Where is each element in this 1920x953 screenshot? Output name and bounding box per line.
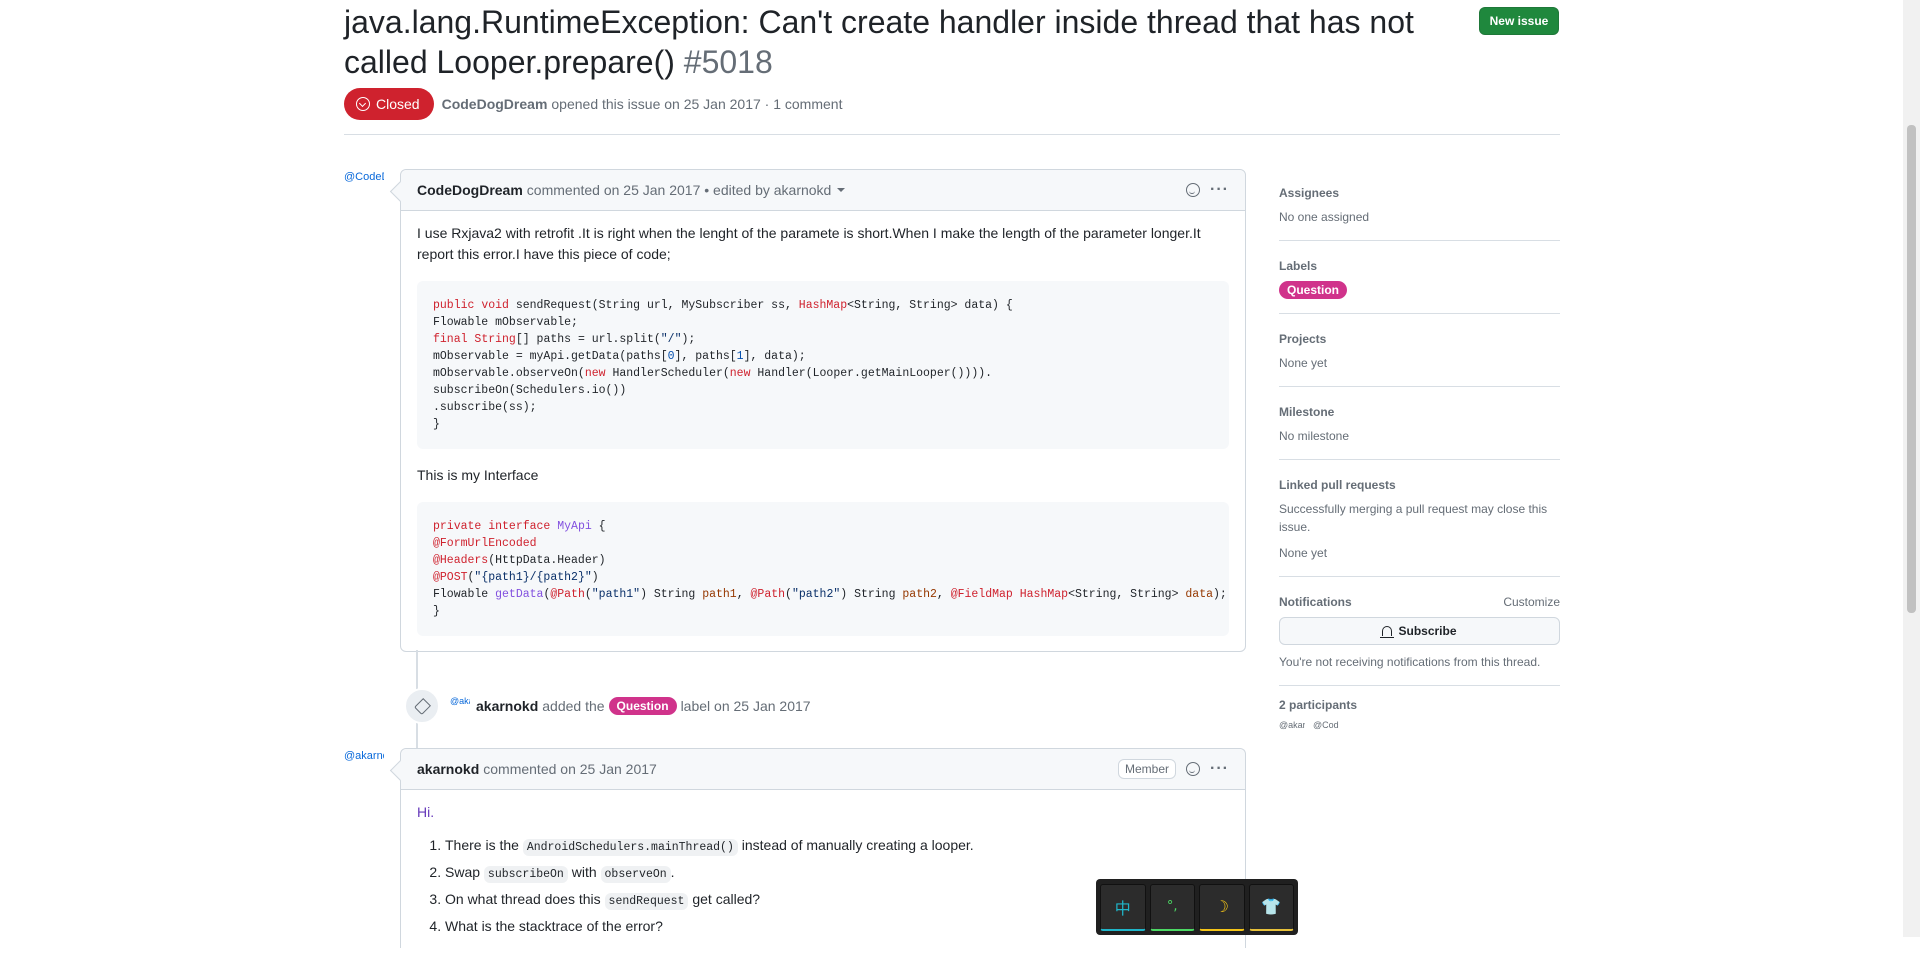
participant-avatar[interactable]: @CodeDogDream: [1313, 720, 1339, 746]
inline-code: sendRequest: [604, 893, 689, 910]
header-divider: [344, 134, 1560, 135]
comment-paragraph: I use Rxjava2 with retrofit .It is right…: [417, 225, 1201, 262]
sidebar-projects: Projects None yet: [1279, 326, 1560, 387]
event-actor-link[interactable]: akarnokd: [476, 698, 538, 714]
comment-header: akarnokd commented on 25 Jan 2017 Member…: [401, 749, 1245, 790]
kebab-menu-icon[interactable]: ···: [1210, 760, 1229, 778]
sidebar-value: No one assigned: [1279, 210, 1370, 224]
member-badge: Member: [1118, 759, 1177, 779]
sidebar-participants: 2 participants @akarnokd @CodeDogDream: [1279, 698, 1560, 746]
page-scrollbar[interactable]: [1903, 0, 1920, 937]
issue-title: java.lang.RuntimeException: Can't create…: [344, 2, 1424, 82]
comment-codedogdream: CodeDogDream commented on 25 Jan 2017 • …: [400, 169, 1246, 652]
inline-code: AndroidSchedulers.mainThread(): [522, 839, 738, 856]
sidebar-value: None yet: [1279, 546, 1328, 560]
ime-language-toggle[interactable]: 中: [1100, 883, 1146, 931]
smiley-icon[interactable]: [1186, 762, 1201, 776]
comment-paragraph-2: This is my Interface: [417, 467, 539, 483]
issue-meta: Closed CodeDogDream opened this issue on…: [344, 88, 842, 120]
comment-author-link[interactable]: akarnokd: [417, 761, 479, 777]
tag-icon: [404, 688, 440, 724]
sidebar-heading: Notifications Customize: [1279, 595, 1560, 609]
sidebar-value: None yet: [1279, 356, 1328, 370]
inline-code: observeOn: [600, 866, 671, 883]
list-item: There is the AndroidSchedulers.mainThrea…: [445, 835, 1229, 858]
sidebar-linked-prs: Linked pull requests Successfully mergin…: [1279, 472, 1560, 577]
comment-header: CodeDogDream commented on 25 Jan 2017 • …: [401, 170, 1245, 211]
sidebar-heading[interactable]: Labels: [1279, 259, 1560, 273]
avatar[interactable]: @akarnokd: [344, 751, 384, 791]
sidebar-notifications: Notifications Customize Subscribe You're …: [1279, 589, 1560, 686]
new-issue-button[interactable]: New issue: [1479, 7, 1559, 35]
sidebar-assignees: Assignees No one assigned: [1279, 180, 1560, 241]
shirt-icon[interactable]: 👕: [1248, 883, 1294, 931]
comment-meta: commented on 25 Jan 2017 • edited by aka…: [526, 182, 832, 198]
code-block-sendrequest: public void sendRequest(String url, MySu…: [417, 281, 1229, 449]
sidebar-value: No milestone: [1279, 429, 1350, 443]
chevron-down-icon[interactable]: [837, 188, 846, 192]
issue-title-text: java.lang.RuntimeException: Can't create…: [344, 4, 1414, 80]
moon-icon[interactable]: ☽: [1199, 883, 1245, 931]
notifications-heading: Notifications: [1279, 595, 1352, 609]
participant-avatar[interactable]: @akarnokd: [1279, 720, 1305, 746]
event-post-text: label on 25 Jan 2017: [680, 698, 811, 714]
issue-author-link[interactable]: CodeDogDream: [442, 96, 548, 112]
event-pre-text: added the: [542, 698, 605, 714]
event-avatar[interactable]: @akarnokd: [450, 696, 470, 716]
inline-code: subscribeOn: [483, 866, 568, 883]
sidebar-heading: 2 participants: [1279, 698, 1358, 712]
avatar[interactable]: @CodeDogDream: [344, 172, 384, 212]
sidebar-heading[interactable]: Assignees: [1279, 186, 1560, 200]
comment-author-link[interactable]: CodeDogDream: [417, 182, 523, 198]
code-block-interface: private interface MyApi { @FormUrlEncode…: [417, 502, 1229, 636]
customize-link[interactable]: Customize: [1503, 595, 1560, 609]
sidebar-labels: Labels Question: [1279, 253, 1560, 314]
issue-number: #5018: [683, 44, 773, 80]
timeline-label-event: @akarnokd akarnokd added the Question la…: [404, 688, 811, 724]
status-label: Closed: [376, 96, 420, 112]
scrollbar-thumb[interactable]: [1907, 125, 1916, 613]
bell-icon: [1380, 626, 1395, 638]
comment-meta: commented on 25 Jan 2017: [483, 761, 657, 777]
kebab-menu-icon[interactable]: ···: [1210, 181, 1229, 199]
subscribe-button[interactable]: Subscribe: [1279, 617, 1560, 645]
smiley-icon[interactable]: [1186, 183, 1201, 197]
comment-greeting: Hi.: [417, 804, 435, 820]
label-question[interactable]: Question: [1279, 281, 1348, 299]
sidebar-description: Successfully merging a pull request may …: [1279, 502, 1548, 534]
label-question[interactable]: Question: [608, 697, 677, 715]
comment-body: I use Rxjava2 with retrofit .It is right…: [401, 211, 1245, 664]
subscribe-label: Subscribe: [1398, 624, 1457, 638]
sidebar-heading[interactable]: Projects: [1279, 332, 1560, 346]
ime-toolbar: 中 °, ☽ 👕: [1096, 879, 1298, 935]
issue-opened-text: opened this issue on 25 Jan 2017 · 1 com…: [551, 96, 843, 112]
issue-closed-icon: [356, 97, 370, 111]
sidebar-value: You're not receiving notifications from …: [1279, 655, 1541, 669]
ime-punctuation-toggle[interactable]: °,: [1149, 883, 1195, 931]
sidebar-heading[interactable]: Linked pull requests: [1279, 478, 1560, 492]
sidebar-heading[interactable]: Milestone: [1279, 405, 1560, 419]
status-badge: Closed: [344, 88, 434, 120]
issue-sidebar: Assignees No one assigned Labels Questio…: [1279, 180, 1560, 746]
sidebar-milestone: Milestone No milestone: [1279, 399, 1560, 460]
